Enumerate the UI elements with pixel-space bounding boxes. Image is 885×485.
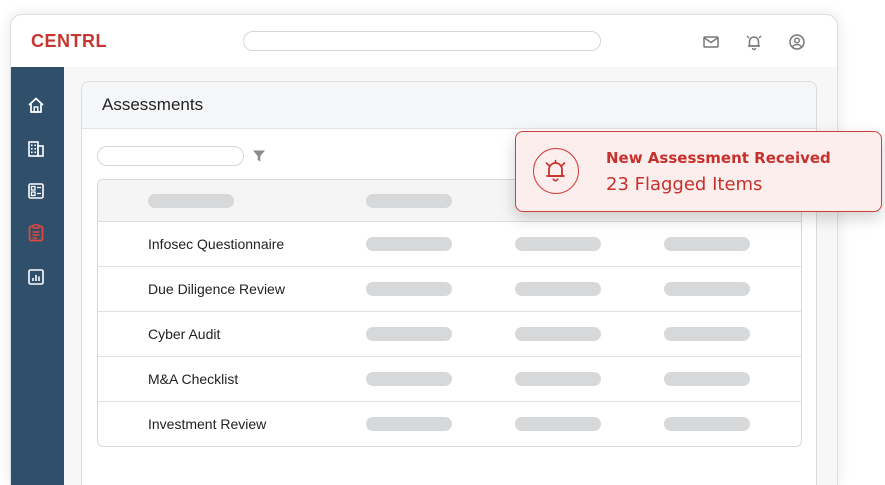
assessment-name: Due Diligence Review (148, 281, 285, 297)
assessment-name: Investment Review (148, 416, 267, 432)
panel-header: Assessments (82, 82, 816, 129)
table-row[interactable]: Due Diligence Review (98, 267, 801, 312)
notification-toast[interactable]: New Assessment Received 23 Flagged Items (515, 131, 882, 212)
cell-placeholder (664, 327, 750, 341)
clipboard-icon[interactable] (25, 222, 47, 244)
cell-placeholder (366, 282, 452, 296)
table-row[interactable]: M&A Checklist (98, 357, 801, 402)
assessment-name: Cyber Audit (148, 326, 221, 342)
cell-placeholder (515, 417, 601, 431)
table-row[interactable]: Infosec Questionnaire (98, 222, 801, 267)
main-content: Assessments Infosec Questionnaire Due Di… (64, 67, 837, 485)
cell-placeholder (664, 237, 750, 251)
app-window: CENTRL Assessments Infosec Questionnaire… (10, 14, 838, 485)
assessment-name: M&A Checklist (148, 371, 239, 387)
table-row[interactable]: Cyber Audit (98, 312, 801, 357)
user-icon[interactable] (787, 32, 807, 52)
assessments-table: Infosec Questionnaire Due Diligence Revi… (97, 179, 802, 447)
page-title: Assessments (102, 95, 204, 114)
building-icon[interactable] (25, 138, 47, 160)
dashboard-icon[interactable] (25, 180, 47, 202)
header-placeholder (148, 194, 234, 208)
filter-icon[interactable] (252, 149, 266, 163)
cell-placeholder (515, 327, 601, 341)
filter-input[interactable] (97, 146, 244, 166)
cell-placeholder (664, 417, 750, 431)
cell-placeholder (515, 237, 601, 251)
global-search-input[interactable] (243, 31, 601, 51)
cell-placeholder (664, 372, 750, 386)
alarm-bell-icon (545, 159, 566, 182)
notification-icon-circle (533, 148, 579, 194)
cell-placeholder (366, 372, 452, 386)
logo: CENTRL (31, 31, 107, 51)
header-placeholder (366, 194, 452, 208)
bell-icon[interactable] (744, 32, 764, 52)
sidebar (11, 67, 64, 485)
cell-placeholder (515, 282, 601, 296)
cell-placeholder (664, 282, 750, 296)
table-row[interactable]: Investment Review (98, 402, 801, 446)
cell-placeholder (366, 417, 452, 431)
cell-placeholder (366, 327, 452, 341)
home-icon[interactable] (25, 94, 47, 116)
notification-title: New Assessment Received (606, 149, 831, 167)
report-chart-icon[interactable] (25, 266, 47, 288)
top-bar: CENTRL (11, 15, 837, 67)
notification-subtitle: 23 Flagged Items (606, 174, 763, 195)
mail-icon[interactable] (701, 32, 721, 52)
cell-placeholder (366, 237, 452, 251)
assessment-name: Infosec Questionnaire (148, 236, 285, 252)
cell-placeholder (515, 372, 601, 386)
